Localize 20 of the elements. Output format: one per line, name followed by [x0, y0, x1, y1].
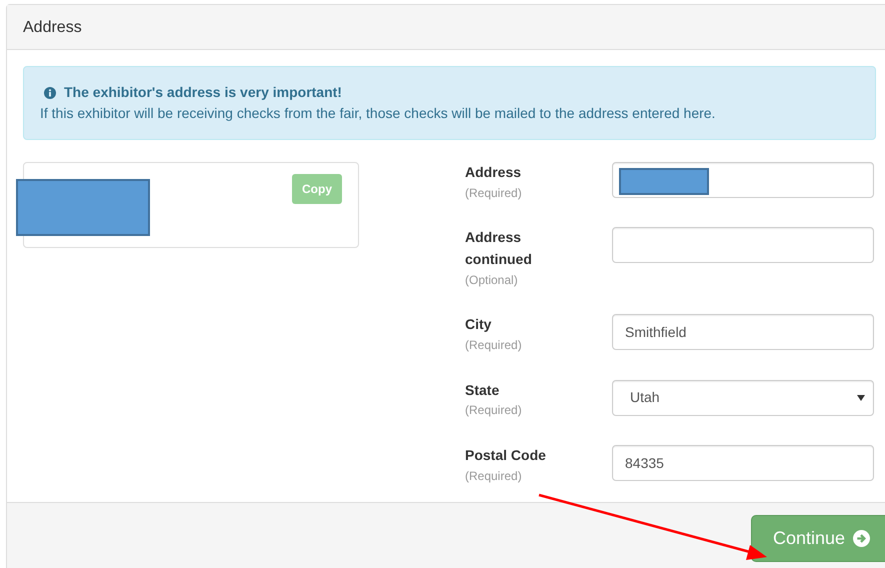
arrow-circle-icon	[853, 530, 870, 547]
input-field[interactable]	[612, 162, 874, 198]
field-label: Address	[465, 163, 522, 182]
input-field[interactable]	[612, 227, 874, 264]
field-label: Postal Code	[465, 446, 547, 465]
state-select[interactable]: Utah	[612, 380, 874, 416]
panel-title: Address	[23, 19, 82, 36]
field-label: Address continued	[465, 228, 533, 269]
field-note: (Required)	[465, 184, 523, 202]
field-label: City	[465, 315, 492, 334]
input-field[interactable]: Smithfield	[612, 314, 874, 350]
info-icon	[44, 86, 56, 98]
field-note: (Required)	[465, 468, 523, 484]
field-note: (Optional)	[465, 272, 519, 289]
field-note: (Required)	[465, 402, 523, 420]
alert-heading: The exhibitor's address is very important!	[64, 83, 342, 102]
input-field[interactable]: 84335	[612, 444, 874, 481]
alert-text: If this exhibitor will be receiving checks from the fair, those checks will be mailed to the address entered here.	[40, 104, 716, 123]
field-note: (Required)	[465, 336, 523, 354]
field-label: State	[465, 380, 500, 400]
